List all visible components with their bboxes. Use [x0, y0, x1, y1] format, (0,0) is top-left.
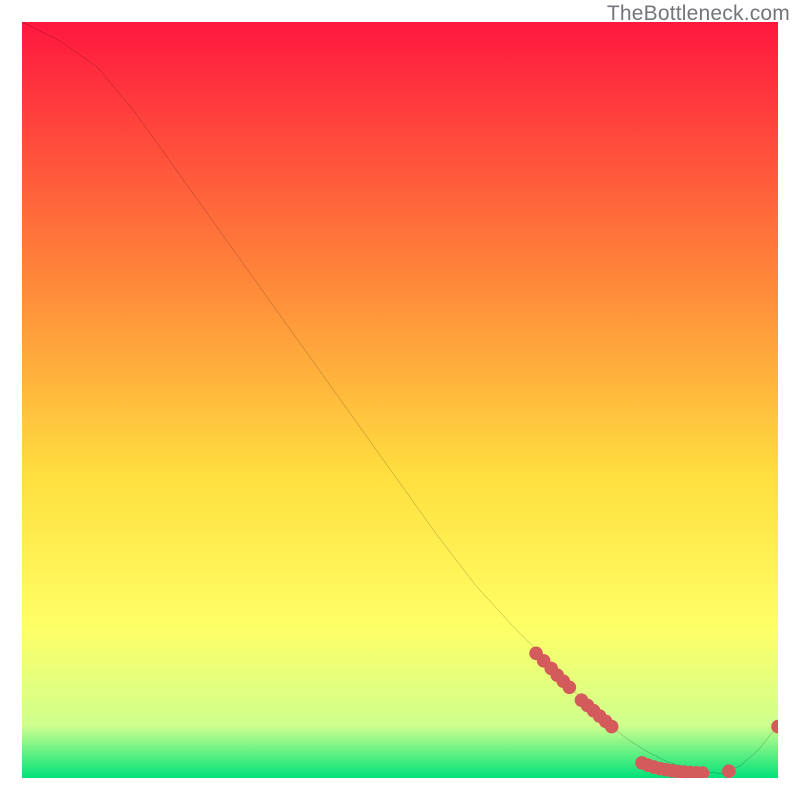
scatter-dot — [563, 680, 577, 694]
scatter-dot — [605, 720, 619, 734]
scatter-dot — [722, 764, 736, 778]
gradient-background — [22, 22, 778, 778]
chart-plot — [22, 22, 778, 778]
chart-container: TheBottleneck.com — [0, 0, 800, 800]
